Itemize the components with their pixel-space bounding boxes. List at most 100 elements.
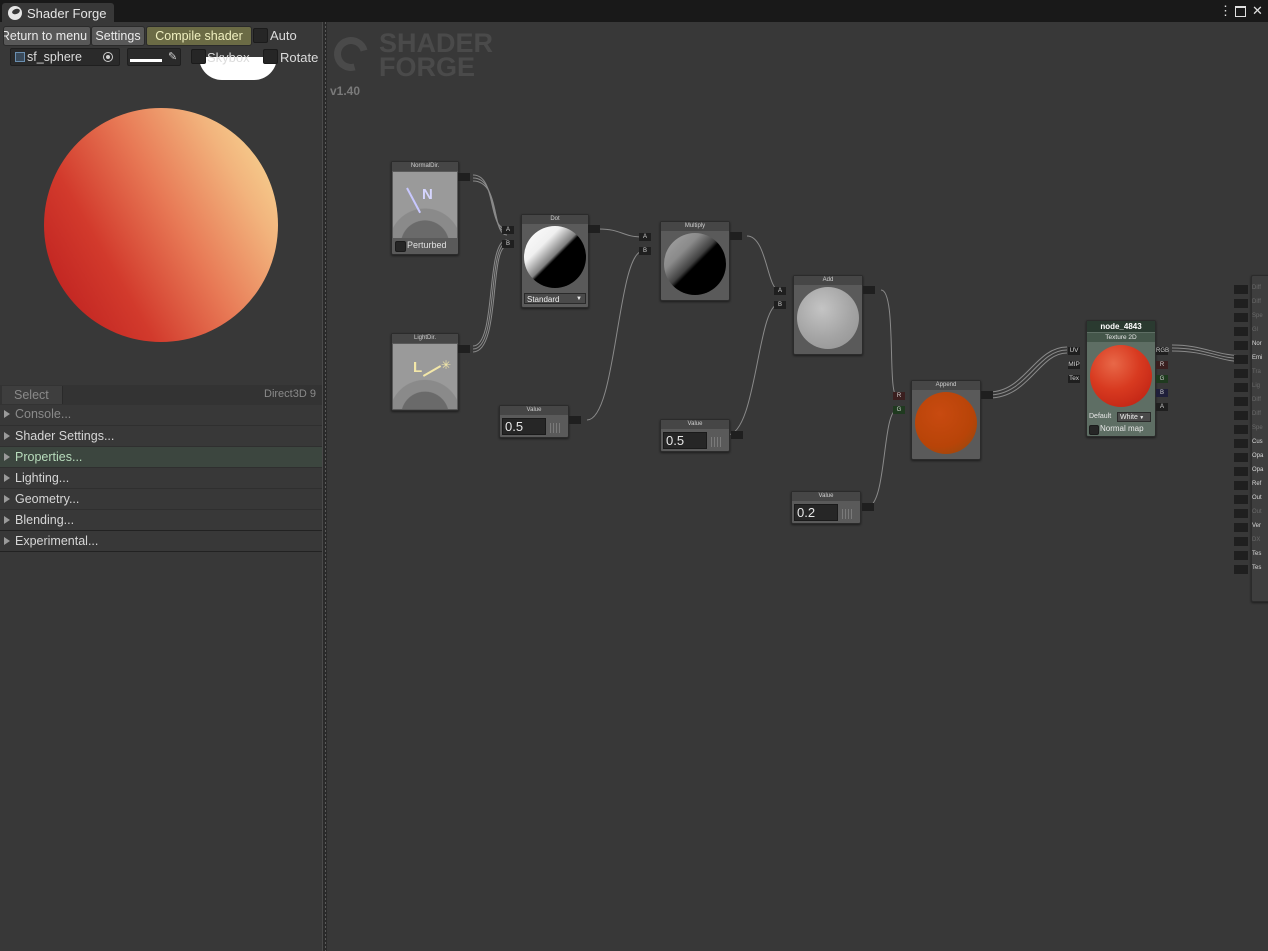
main-input-label: Ver — [1252, 523, 1262, 529]
dot-node[interactable]: Dot Standard ▼ — [521, 214, 589, 308]
main-input-label: Opa — [1252, 453, 1264, 459]
append-output-port[interactable] — [981, 391, 993, 399]
main-input-port[interactable]: Lig — [1234, 383, 1260, 392]
dot-input-a[interactable]: A — [502, 226, 514, 234]
section-console[interactable]: Console... — [0, 404, 322, 424]
skybox-label: Skybox — [207, 50, 250, 65]
section-geometry[interactable]: Geometry... — [0, 488, 322, 509]
multiply-node[interactable]: Multiply — [660, 221, 730, 301]
node-title: Value — [661, 420, 729, 429]
multiply-input-b[interactable]: B — [639, 247, 651, 255]
main-input-port[interactable]: DX — [1234, 537, 1260, 546]
normal-map-checkbox[interactable] — [1089, 425, 1099, 435]
normal-output-port[interactable] — [458, 173, 470, 181]
value-input[interactable]: 0.5 — [502, 418, 546, 435]
main-input-port[interactable]: Emi — [1234, 355, 1262, 364]
section-shader-settings[interactable]: Shader Settings... — [0, 425, 322, 446]
settings-button[interactable]: Settings — [91, 26, 145, 46]
grip-icon[interactable] — [842, 509, 854, 519]
main-input-label: Diff — [1252, 285, 1261, 291]
append-input-r[interactable]: R — [893, 392, 905, 400]
add-node[interactable]: Add — [793, 275, 863, 355]
main-input-port[interactable]: Spe — [1234, 313, 1263, 322]
more-options-icon[interactable]: ⋮ — [1219, 3, 1232, 19]
texture-input-uv[interactable]: UV — [1068, 347, 1080, 355]
dot-mode-dropdown[interactable]: Standard ▼ — [524, 293, 586, 304]
main-input-port[interactable]: Tes — [1234, 565, 1261, 574]
node-graph-canvas[interactable]: SHADER FORGE v1.40 NormalDir. N Perturbe… — [327, 22, 1268, 951]
close-icon[interactable]: ✕ — [1252, 3, 1263, 19]
main-input-port[interactable]: Out — [1234, 495, 1262, 504]
main-input-port[interactable]: Diff — [1234, 285, 1261, 294]
texture-output-b[interactable]: B — [1156, 389, 1168, 397]
add-input-b[interactable]: B — [774, 301, 786, 309]
add-output-port[interactable] — [863, 286, 875, 294]
section-properties[interactable]: Properties... — [0, 446, 322, 467]
maximize-icon[interactable] — [1235, 2, 1246, 17]
chevron-down-icon: ▼ — [576, 296, 582, 302]
append-input-g[interactable]: G — [893, 406, 905, 414]
value1-output-port[interactable] — [569, 416, 581, 424]
multiply-output-port[interactable] — [730, 232, 742, 240]
value-node-3[interactable]: Value 0.2 — [791, 491, 861, 524]
texture-output-rgb[interactable]: RGB — [1156, 347, 1169, 355]
texture-output-g[interactable]: G — [1156, 375, 1168, 383]
light-direction-node[interactable]: LightDir. L ✳ — [391, 333, 459, 411]
main-input-port[interactable]: Diff — [1234, 411, 1261, 420]
value2-output-port[interactable] — [731, 431, 743, 439]
main-input-port[interactable]: Opa — [1234, 453, 1263, 462]
main-input-port[interactable]: Ver — [1234, 523, 1261, 532]
light-output-port[interactable] — [458, 345, 470, 353]
main-input-port[interactable]: Diff — [1234, 299, 1261, 308]
texture-input-tex[interactable]: Tex — [1068, 375, 1080, 383]
value-node-2[interactable]: Value 0.5 — [660, 419, 730, 452]
dot-output-port[interactable] — [588, 225, 600, 233]
skybox-checkbox[interactable] — [191, 49, 206, 64]
rotate-label: Rotate — [280, 50, 319, 65]
main-input-port[interactable]: Ref — [1234, 481, 1261, 490]
preview-sphere[interactable] — [44, 108, 278, 342]
default-texture-dropdown[interactable]: White ▼ — [1117, 412, 1151, 422]
main-input-port[interactable]: Tra — [1234, 369, 1261, 378]
texture-2d-node[interactable]: node_4843 Texture 2D Default White ▼ Nor… — [1086, 320, 1156, 437]
grip-icon[interactable] — [550, 423, 562, 433]
section-label: Shader Settings... — [15, 429, 115, 443]
main-input-port[interactable]: Opa — [1234, 467, 1263, 476]
perturbed-label: Perturbed — [407, 240, 447, 250]
grip-icon[interactable] — [711, 437, 723, 447]
main-input-port[interactable]: Tes — [1234, 551, 1261, 560]
value3-output-port[interactable] — [862, 503, 874, 511]
mesh-field[interactable]: sf_sphere — [10, 48, 120, 66]
texture-output-a[interactable]: A — [1156, 403, 1168, 411]
eyedropper-icon[interactable]: ✎ — [168, 50, 177, 63]
perturbed-checkbox[interactable] — [395, 241, 406, 252]
main-input-port[interactable]: Cus — [1234, 439, 1263, 448]
compile-shader-button[interactable]: Compile shader — [146, 26, 252, 46]
multiply-input-a[interactable]: A — [639, 233, 651, 241]
texture-output-r[interactable]: R — [1156, 361, 1168, 369]
main-input-label: Diff — [1252, 397, 1261, 403]
main-input-port[interactable]: Diff — [1234, 397, 1261, 406]
append-node[interactable]: Append — [911, 380, 981, 460]
section-blending[interactable]: Blending... — [0, 509, 322, 530]
main-input-port[interactable]: Spe — [1234, 425, 1263, 434]
normal-direction-node[interactable]: NormalDir. N Perturbed — [391, 161, 459, 255]
section-lighting[interactable]: Lighting... — [0, 467, 322, 488]
node-title: Multiply — [661, 222, 729, 231]
add-input-a[interactable]: A — [774, 287, 786, 295]
rotate-checkbox[interactable] — [263, 49, 278, 64]
return-to-menu-button[interactable]: Return to menu — [3, 26, 91, 46]
object-picker-icon[interactable] — [103, 52, 113, 62]
main-input-port[interactable]: Nor — [1234, 341, 1262, 350]
dot-input-b[interactable]: B — [502, 240, 514, 248]
background-color-field[interactable]: ✎ — [127, 48, 181, 66]
value-input[interactable]: 0.5 — [663, 432, 707, 449]
value-input[interactable]: 0.2 — [794, 504, 838, 521]
value-node-1[interactable]: Value 0.5 — [499, 405, 569, 438]
auto-checkbox[interactable] — [253, 28, 268, 43]
texture-input-mip[interactable]: MIP — [1068, 361, 1080, 369]
section-experimental[interactable]: Experimental... — [0, 530, 322, 552]
main-input-port[interactable]: Out — [1234, 509, 1262, 518]
main-input-port[interactable]: Gl — [1234, 327, 1258, 336]
window-tab[interactable]: Shader Forge — [2, 3, 114, 23]
